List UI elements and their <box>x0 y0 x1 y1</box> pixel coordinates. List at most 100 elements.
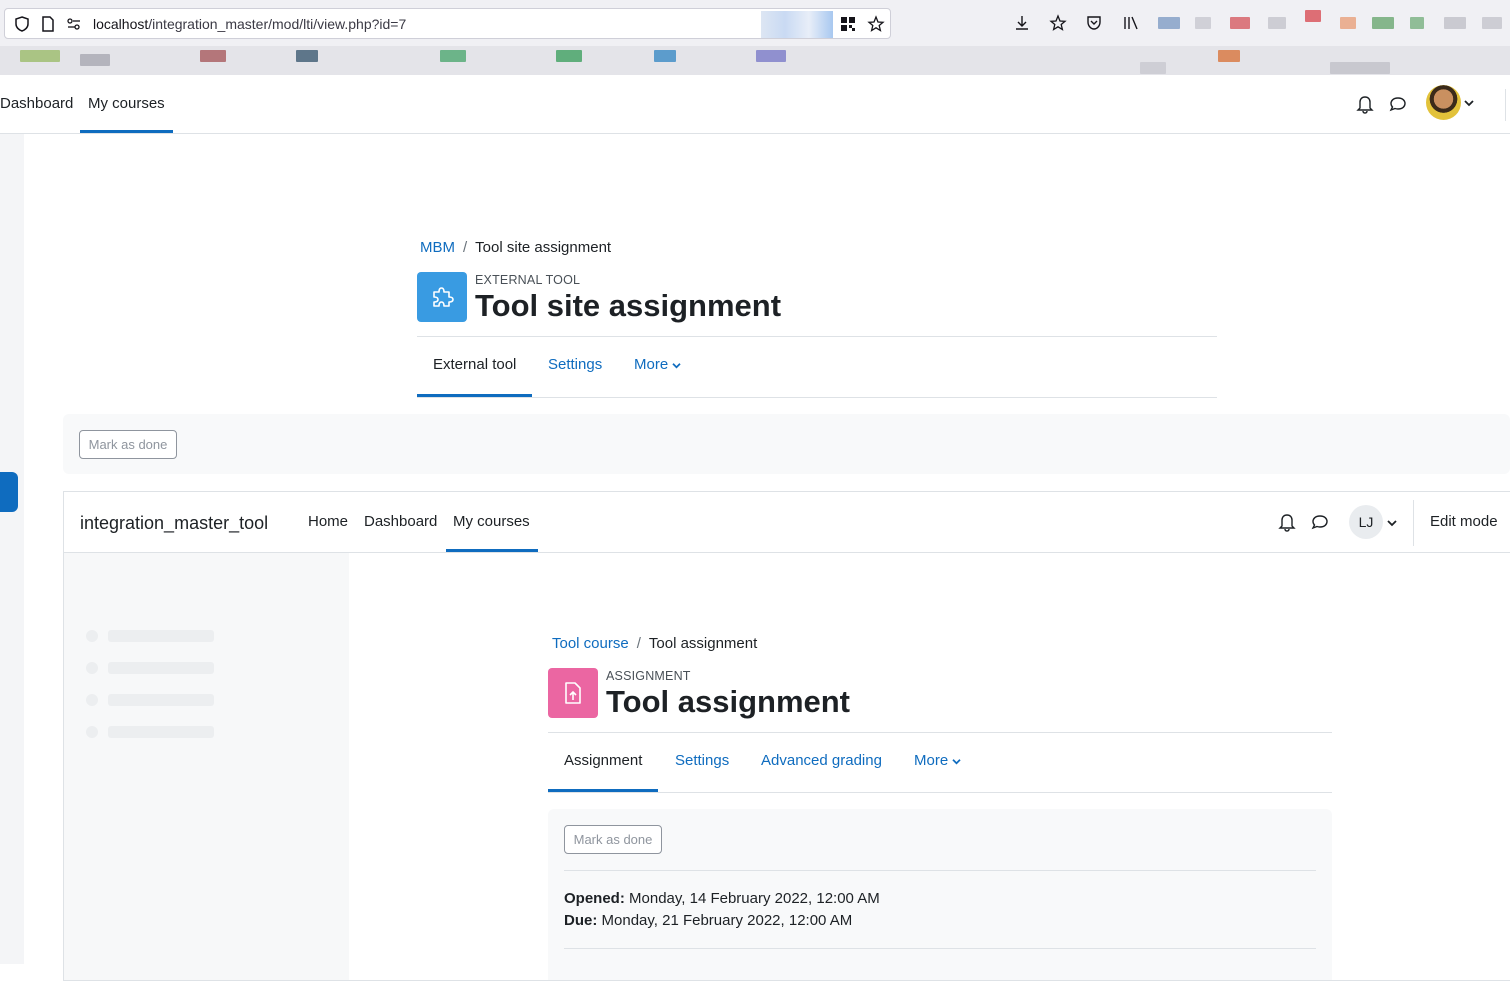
course-index-loading-placeholder <box>64 553 349 980</box>
messages-icon[interactable] <box>1310 512 1330 532</box>
blurred-extension-area <box>761 11 833 38</box>
mark-as-done-button[interactable]: Mark as done <box>79 430 177 459</box>
page-icon[interactable] <box>39 15 57 33</box>
breadcrumb-link-course[interactable]: MBM <box>420 239 455 256</box>
chevron-down-icon[interactable] <box>1464 99 1474 107</box>
user-avatar[interactable] <box>1426 85 1461 120</box>
extension-star-icon[interactable] <box>1049 14 1067 32</box>
drawer-toggle-button[interactable] <box>0 472 18 512</box>
qr-code-icon[interactable] <box>839 15 857 33</box>
opened-date: Opened: Monday, 14 February 2022, 12:00 … <box>564 890 880 907</box>
blurred-extension-icon <box>1230 17 1250 29</box>
page-title: Tool site assignment <box>475 288 782 323</box>
messages-icon[interactable] <box>1388 94 1408 114</box>
tab-external-tool[interactable]: External tool <box>433 356 516 373</box>
tab-settings[interactable]: Settings <box>548 356 602 373</box>
blurred-bookmark <box>1218 50 1240 62</box>
nav-my-courses[interactable]: My courses <box>453 513 530 530</box>
navbar-divider <box>1413 500 1414 546</box>
site-navbar: Dashboard My courses <box>0 75 1510 134</box>
activity-type-label: ASSIGNMENT <box>606 669 691 683</box>
blurred-extension-icon <box>1410 17 1424 29</box>
tool-site-name[interactable]: integration_master_tool <box>80 513 268 534</box>
blurred-bookmark <box>296 50 318 62</box>
breadcrumb: Tool course / Tool assignment <box>552 635 757 652</box>
placeholder-line <box>108 630 214 642</box>
breadcrumb-link-course[interactable]: Tool course <box>552 635 629 652</box>
blurred-extension-icon <box>1158 17 1180 29</box>
blurred-extension-icon <box>1482 17 1502 29</box>
tab-more-label: More <box>634 356 669 373</box>
shield-icon[interactable] <box>13 15 31 33</box>
active-nav-indicator <box>446 549 538 552</box>
tab-more[interactable]: More <box>914 752 961 769</box>
library-icon[interactable] <box>1122 14 1140 32</box>
notifications-bell-icon[interactable] <box>1278 512 1296 532</box>
tool-site-navbar: integration_master_tool Home Dashboard M… <box>64 492 1510 553</box>
breadcrumb-separator: / <box>636 635 641 652</box>
blurred-extension-icon <box>1195 17 1211 29</box>
course-index-drawer-strip <box>0 134 24 964</box>
placeholder-line <box>108 694 214 706</box>
permissions-icon[interactable] <box>65 15 83 33</box>
page-title: Tool assignment <box>606 684 851 719</box>
chevron-down-icon[interactable] <box>1387 519 1397 527</box>
url-text[interactable]: localhost/integration_master/mod/lti/vie… <box>93 16 406 32</box>
url-path: /integration_master/mod/lti/view.php?id=… <box>148 16 407 32</box>
edit-mode-label[interactable]: Edit mode <box>1430 513 1498 530</box>
breadcrumb-current: Tool site assignment <box>475 239 612 256</box>
blurred-bookmark <box>1140 62 1166 74</box>
chevron-down-icon <box>952 759 961 765</box>
pocket-icon[interactable] <box>1085 14 1103 32</box>
tab-assignment[interactable]: Assignment <box>564 752 642 769</box>
placeholder-line <box>108 726 214 738</box>
activity-information-box: Mark as done Opened: Monday, 14 February… <box>548 809 1332 980</box>
blurred-extension-icon <box>1444 17 1466 29</box>
nav-dashboard[interactable]: Dashboard <box>0 95 73 112</box>
tab-advanced-grading[interactable]: Advanced grading <box>761 752 882 769</box>
blurred-bookmark <box>556 50 582 62</box>
blurred-bookmark <box>440 50 466 62</box>
file-upload-icon <box>565 682 581 704</box>
user-initials-avatar[interactable]: LJ <box>1349 505 1383 539</box>
blurred-bookmark <box>200 50 226 62</box>
info-divider <box>564 948 1316 949</box>
breadcrumb-current: Tool assignment <box>648 635 758 652</box>
placeholder-dot <box>86 662 98 674</box>
star-icon[interactable] <box>867 15 885 33</box>
external-tool-activity-icon <box>417 272 467 322</box>
notifications-bell-icon[interactable] <box>1356 94 1374 114</box>
placeholder-dot <box>86 694 98 706</box>
blurred-extension-icon <box>1372 17 1394 29</box>
blurred-extension-icon <box>1305 10 1321 22</box>
breadcrumb-separator: / <box>463 239 468 256</box>
header-divider <box>548 732 1332 733</box>
navbar-divider <box>1505 89 1506 121</box>
tabs-divider <box>548 792 1332 793</box>
blurred-extension-icon <box>1340 17 1356 29</box>
nav-dashboard[interactable]: Dashboard <box>364 513 437 530</box>
nav-home[interactable]: Home <box>308 513 348 530</box>
placeholder-dot <box>86 630 98 642</box>
opened-value: Monday, 14 February 2022, 12:00 AM <box>629 890 880 907</box>
info-divider <box>564 870 1316 871</box>
assignment-activity-icon <box>548 668 598 718</box>
url-bar[interactable]: localhost/integration_master/mod/lti/vie… <box>4 8 891 39</box>
active-nav-indicator <box>80 130 173 133</box>
nav-my-courses[interactable]: My courses <box>88 95 165 112</box>
tab-more[interactable]: More <box>634 356 681 373</box>
download-icon[interactable] <box>1013 14 1031 32</box>
tab-more-label: More <box>914 752 949 769</box>
opened-label: Opened: <box>564 890 625 907</box>
activity-type-label: EXTERNAL TOOL <box>475 273 581 287</box>
placeholder-line <box>108 662 214 674</box>
breadcrumb: MBM / Tool site assignment <box>420 239 611 256</box>
embedded-tool-iframe: integration_master_tool Home Dashboard M… <box>63 491 1510 981</box>
due-date: Due: Monday, 21 February 2022, 12:00 AM <box>564 912 852 929</box>
tabs-divider <box>417 397 1217 398</box>
mark-as-done-button[interactable]: Mark as done <box>564 825 662 854</box>
blurred-extension-icon <box>1268 17 1286 29</box>
blurred-bookmark <box>654 50 676 62</box>
browser-toolbar: localhost/integration_master/mod/lti/vie… <box>0 0 1510 46</box>
tab-settings[interactable]: Settings <box>675 752 729 769</box>
